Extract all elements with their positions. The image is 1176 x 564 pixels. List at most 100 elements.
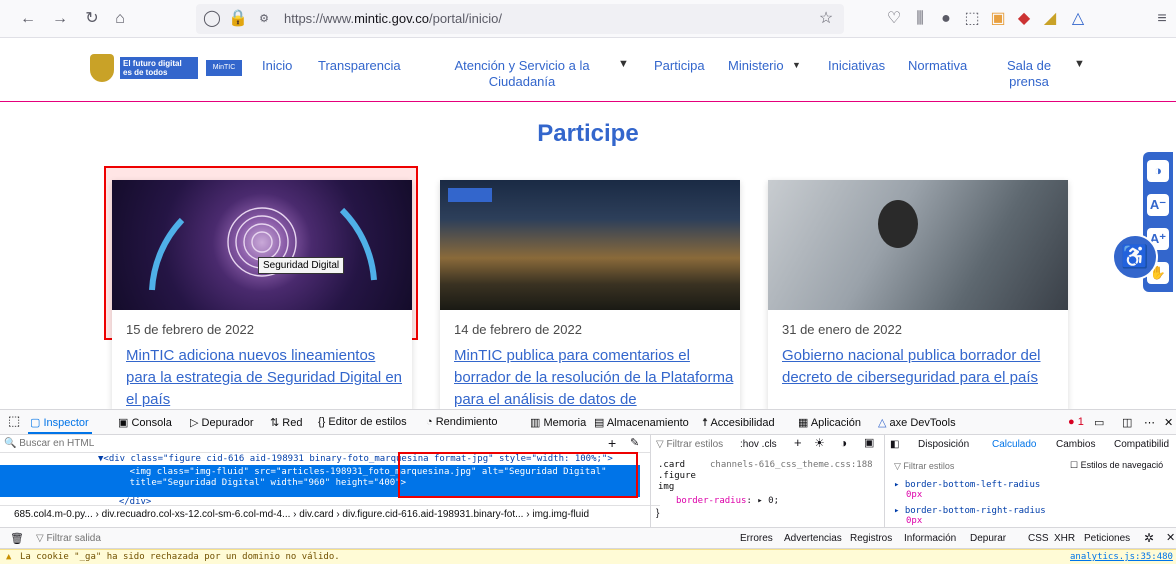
breadcrumb[interactable]: 685.col4.m-0.py... › div.recuadro.col-xs…: [0, 505, 660, 523]
source-link[interactable]: analytics.js:35:480: [1070, 552, 1173, 562]
filter-requests[interactable]: Peticiones: [1084, 533, 1130, 544]
console-toolbar: 🗑 ▽ Filtrar salida Errores Advertencias …: [0, 527, 1176, 549]
nav-inicio[interactable]: Inicio: [262, 58, 292, 74]
console-filter-input[interactable]: ▽ Filtrar salida: [36, 533, 101, 544]
tab-compatibility[interactable]: Compatibilid: [1114, 439, 1169, 450]
nav-ministerio[interactable]: Ministerio: [728, 58, 784, 74]
lock-icon[interactable]: 🔒: [228, 9, 248, 29]
url-text[interactable]: https://www.mintic.gov.co/portal/inicio/: [284, 11, 502, 26]
filter-css[interactable]: CSS: [1028, 533, 1049, 544]
add-rule-icon[interactable]: +: [794, 435, 802, 450]
forward-icon[interactable]: →: [50, 9, 70, 29]
html-search[interactable]: 🔍 Buscar en HTML + ✎: [0, 435, 650, 453]
search-input[interactable]: 🔍 Buscar en HTML: [4, 438, 94, 449]
tab-layout[interactable]: Disposición: [918, 439, 969, 450]
nav-iniciativas[interactable]: Iniciativas: [828, 58, 885, 74]
extension-icon[interactable]: ◆: [1014, 9, 1034, 29]
tab-application[interactable]: ▦ Aplicación: [798, 416, 861, 429]
tab-style-editor[interactable]: {} Editor de estilos: [318, 416, 407, 428]
console-warning[interactable]: ▲ La cookie "_ga" ha sido rechazada por …: [0, 549, 1176, 564]
tab-storage[interactable]: ▤ Almacenamiento: [594, 416, 689, 429]
computed-filter-input[interactable]: ▽ Filtrar estilos: [894, 461, 954, 472]
chevron-down-icon[interactable]: ▼: [618, 58, 629, 70]
nav-transparencia[interactable]: Transparencia: [318, 58, 401, 74]
library-icon[interactable]: ⫼: [910, 9, 930, 29]
dock-icon[interactable]: ▭: [1094, 416, 1104, 429]
tab-console[interactable]: ▣ Consola: [118, 416, 172, 429]
rule-source-link[interactable]: channels-616_css_theme.css:188: [710, 460, 873, 471]
menu-icon[interactable]: ≡: [1152, 9, 1172, 29]
pocket-icon[interactable]: ♡: [884, 9, 904, 29]
card-image[interactable]: [112, 180, 412, 310]
gear-icon[interactable]: ✲: [1144, 531, 1154, 545]
tab-changes[interactable]: Cambios: [1056, 439, 1095, 450]
news-card[interactable]: 31 de enero de 2022 Gobierno nacional pu…: [768, 180, 1068, 410]
news-card[interactable]: 15 de febrero de 2022 MinTIC adiciona nu…: [112, 180, 412, 410]
browser-styles-checkbox[interactable]: ☐ Estilos de navegació: [1070, 460, 1163, 471]
card-title-link[interactable]: Gobierno nacional publica borrador del d…: [782, 345, 1064, 389]
dark-mode-icon[interactable]: ◑: [840, 436, 847, 450]
pick-element-icon[interactable]: ⬚: [8, 413, 20, 429]
extension-icon[interactable]: ◢: [1040, 9, 1060, 29]
filter-info[interactable]: Información: [904, 533, 956, 544]
extension-icon[interactable]: ⬚: [962, 9, 982, 29]
contrast-icon[interactable]: ◑: [1147, 160, 1169, 182]
filter-xhr[interactable]: XHR: [1054, 533, 1075, 544]
permissions-icon[interactable]: ⚙: [254, 9, 274, 29]
breadcrumb-path[interactable]: 685.col4.m-0.py... › div.recuadro.col-xs…: [14, 509, 589, 520]
light-mode-icon[interactable]: ☀: [814, 436, 825, 450]
back-icon[interactable]: ←: [18, 9, 38, 29]
rule-declaration[interactable]: border-radius: ▸ 0;: [676, 496, 779, 507]
tab-network[interactable]: ⇅ Red: [270, 416, 302, 429]
shield-icon[interactable]: ◯: [202, 9, 222, 29]
nav-normativa[interactable]: Normativa: [908, 58, 967, 74]
more-icon[interactable]: ⋯: [1144, 416, 1155, 429]
reload-icon[interactable]: ↻: [82, 9, 102, 29]
tooltip: Seguridad Digital: [258, 257, 345, 274]
pseudo-class-toggles[interactable]: :hov .cls: [740, 439, 777, 450]
accessibility-icon[interactable]: ♿: [1112, 234, 1158, 280]
coat-of-arms-logo: [90, 54, 114, 82]
chevron-down-icon[interactable]: ▼: [792, 60, 801, 70]
card-image[interactable]: [440, 180, 740, 310]
tab-computed[interactable]: Calculado: [992, 439, 1036, 450]
filter-warnings[interactable]: Advertencias: [784, 533, 842, 544]
rule-selector[interactable]: .card .figure img: [658, 460, 696, 493]
tab-accessibility[interactable]: ☨ Accesibilidad: [702, 416, 775, 429]
tab-memory[interactable]: ▥ Memoria: [530, 416, 586, 429]
filter-logs[interactable]: Registros: [850, 533, 892, 544]
trash-icon[interactable]: 🗑: [10, 532, 24, 545]
card-image[interactable]: [768, 180, 1068, 310]
close-icon[interactable]: ✕: [1164, 416, 1173, 429]
extension-icon[interactable]: ▣: [988, 9, 1008, 29]
responsive-icon[interactable]: ◫: [1122, 416, 1132, 429]
add-node-icon[interactable]: +: [608, 435, 616, 451]
card-title-link[interactable]: MinTIC publica para comentarios el borra…: [454, 345, 736, 411]
print-icon[interactable]: ▣: [864, 436, 874, 449]
bookmark-star-icon[interactable]: ☆: [816, 9, 836, 29]
gov-logo[interactable]: El futuro digital es de todos: [120, 57, 198, 79]
chevron-down-icon[interactable]: ▼: [1074, 58, 1085, 70]
eyedropper-icon[interactable]: ✎: [630, 436, 639, 449]
tab-axe[interactable]: △ axe DevTools: [878, 416, 956, 429]
filter-debug[interactable]: Depurar: [970, 533, 1006, 544]
tab-debugger[interactable]: ▷ Depurador: [190, 416, 254, 429]
close-icon[interactable]: ✕: [1166, 531, 1175, 544]
news-card[interactable]: 14 de febrero de 2022 MinTIC publica par…: [440, 180, 740, 410]
nav-participa[interactable]: Participa: [654, 58, 705, 74]
nav-sala-prensa[interactable]: Sala de prensa: [1004, 58, 1054, 90]
home-icon[interactable]: ⌂: [110, 9, 130, 29]
mintic-logo[interactable]: MinTIC: [206, 60, 242, 76]
layout-panel-toggle-icon[interactable]: ◧: [890, 439, 899, 450]
font-size-icon[interactable]: A⁻: [1147, 194, 1169, 216]
error-icon[interactable]: ● 1: [1068, 416, 1084, 428]
styles-filter[interactable]: ▽ Filtrar estilos: [656, 439, 723, 450]
card-title-link[interactable]: MinTIC adiciona nuevos lineamientos para…: [126, 345, 408, 411]
tab-performance[interactable]: ◔ Rendimiento: [426, 416, 497, 428]
filter-errors[interactable]: Errores: [740, 533, 773, 544]
extension-icon[interactable]: ●: [936, 9, 956, 29]
nav-atencion[interactable]: Atención y Servicio a la Ciudadanía: [448, 58, 596, 90]
card-date: 14 de febrero de 2022: [454, 322, 582, 337]
tab-inspector[interactable]: ▢ Inspector: [30, 416, 89, 429]
axe-icon[interactable]: △: [1068, 9, 1088, 29]
